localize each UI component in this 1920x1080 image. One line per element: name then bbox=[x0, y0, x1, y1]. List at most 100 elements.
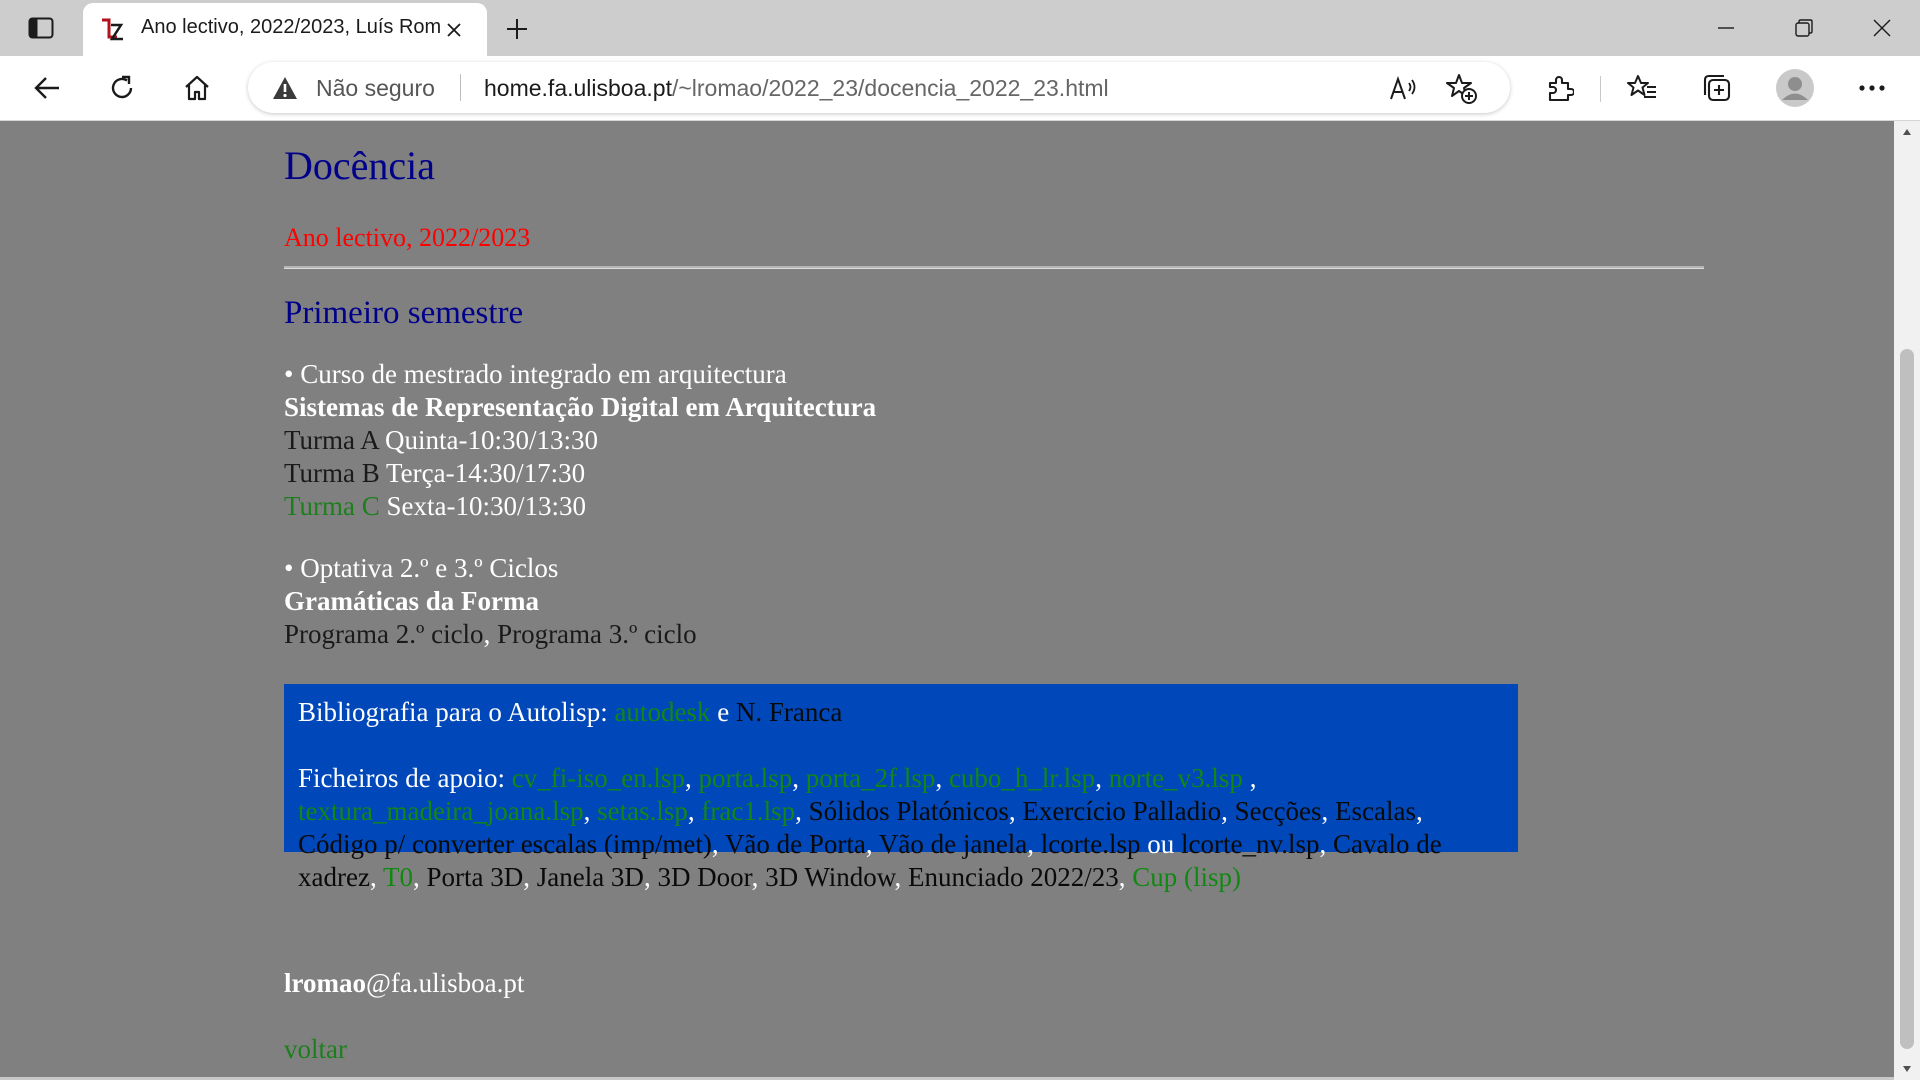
comma: , bbox=[865, 829, 879, 859]
comma: , bbox=[1321, 796, 1336, 826]
comma: , bbox=[1221, 796, 1235, 826]
toolbar-separator bbox=[1600, 76, 1601, 102]
restore-icon[interactable] bbox=[1774, 8, 1834, 48]
file-link[interactable]: frac1.lsp bbox=[701, 796, 795, 826]
turma-a-time: Quinta-10:30/13:30 bbox=[378, 425, 599, 455]
page-title: Docência bbox=[284, 143, 436, 188]
turma-b-time: Terça-14:30/17:30 bbox=[379, 458, 586, 488]
turma-b-label: Turma B bbox=[284, 458, 380, 488]
collections-icon[interactable] bbox=[1697, 68, 1737, 108]
turma-a-label: Turma A bbox=[284, 425, 379, 455]
turma-c-time: Sexta-10:30/13:30 bbox=[379, 491, 587, 521]
browser-toolbar: Não seguro home.fa.ulisboa.pt/~lromao/20… bbox=[0, 56, 1920, 121]
comma: , bbox=[684, 763, 699, 793]
tab-actions-icon[interactable] bbox=[18, 12, 64, 44]
turma-c-link[interactable]: Turma C bbox=[284, 491, 380, 521]
email-line: lromao@fa.ulisboa.pt bbox=[284, 967, 524, 1000]
file-link[interactable]: setas.lsp bbox=[597, 796, 688, 826]
programs-line: Programa 2.º ciclo, Programa 3.º ciclo bbox=[284, 618, 697, 651]
comma: , bbox=[1416, 796, 1423, 826]
more-icon[interactable] bbox=[1852, 68, 1892, 108]
file-link[interactable]: Enunciado 2022/23 bbox=[908, 862, 1119, 892]
comma: , bbox=[795, 796, 809, 826]
n-franca-link[interactable]: N. Franca bbox=[736, 697, 842, 727]
bibliography-label: Bibliografia para o Autolisp: bbox=[298, 697, 615, 727]
close-window-icon[interactable] bbox=[1852, 8, 1912, 48]
or-text: ou bbox=[1140, 829, 1182, 859]
comma: , bbox=[1008, 796, 1023, 826]
file-link[interactable]: Exercício Palladio bbox=[1022, 796, 1221, 826]
file-link[interactable]: Secções bbox=[1235, 796, 1322, 826]
academic-year: Ano lectivo, 2022/2023 bbox=[284, 223, 531, 252]
warning-icon[interactable] bbox=[272, 75, 298, 101]
comma: , bbox=[369, 862, 383, 892]
file-link[interactable]: porta_2f.lsp bbox=[806, 763, 936, 793]
horizontal-rule bbox=[284, 266, 1704, 269]
file-link[interactable]: cv_fi-iso_en.lsp bbox=[512, 763, 685, 793]
file-link[interactable]: porta.lsp bbox=[698, 763, 792, 793]
comma: , bbox=[935, 763, 949, 793]
back-link[interactable]: voltar bbox=[284, 1033, 347, 1066]
file-link[interactable]: Sólidos Platónicos bbox=[809, 796, 1009, 826]
scroll-up-arrow-icon[interactable] bbox=[1894, 121, 1920, 143]
comma: , bbox=[687, 796, 702, 826]
bibliography-line: Bibliografia para o Autolisp: autodesk e… bbox=[298, 696, 1504, 729]
support-files-paragraph: Ficheiros de apoio: cv_fi-iso_en.lsp, po… bbox=[298, 762, 1504, 894]
file-link[interactable]: cubo_h_lr.lsp bbox=[949, 763, 1095, 793]
file-link[interactable]: lcorte_nv.lsp bbox=[1181, 829, 1319, 859]
favorites-icon[interactable] bbox=[1622, 68, 1662, 108]
puzzle-icon[interactable] bbox=[1540, 68, 1580, 108]
programa-2-ciclo-link[interactable]: Programa 2.º ciclo bbox=[284, 619, 484, 649]
email-domain[interactable]: @fa.ulisboa.pt bbox=[366, 968, 524, 998]
active-tab[interactable]: Ano lectivo, 2022/2023, Luís Romão bbox=[83, 3, 487, 56]
tab-bar: Ano lectivo, 2022/2023, Luís Romão bbox=[0, 0, 1920, 56]
read-aloud-icon[interactable] bbox=[1388, 74, 1418, 104]
minimize-icon[interactable] bbox=[1696, 8, 1756, 48]
file-link[interactable]: Cup (lisp) bbox=[1132, 862, 1241, 892]
home-icon[interactable] bbox=[177, 68, 217, 108]
separator: , bbox=[483, 619, 498, 649]
address-bar[interactable]: Não seguro home.fa.ulisboa.pt/~lromao/20… bbox=[248, 62, 1510, 113]
file-link[interactable]: Código p/ converter escalas (imp/met) bbox=[298, 829, 712, 859]
comma: , bbox=[1319, 829, 1333, 859]
comma: , bbox=[751, 862, 766, 892]
url-host: home.fa.ulisboa.pt bbox=[484, 75, 672, 101]
file-link[interactable]: Janela 3D bbox=[537, 862, 644, 892]
security-status-label[interactable]: Não seguro bbox=[316, 75, 435, 102]
programa-3-ciclo-link[interactable]: Programa 3.º ciclo bbox=[497, 619, 697, 649]
and-text: e bbox=[710, 697, 736, 727]
plus-icon[interactable] bbox=[500, 12, 534, 46]
comma: , bbox=[1095, 763, 1109, 793]
file-link[interactable]: Porta 3D bbox=[426, 862, 523, 892]
scroll-down-arrow-icon[interactable] bbox=[1894, 1058, 1920, 1080]
comma: , bbox=[792, 763, 806, 793]
file-link[interactable]: 3D Window bbox=[765, 862, 894, 892]
course1-bullet: • Curso de mestrado integrado em arquite… bbox=[284, 359, 787, 389]
url-path: /~lromao/2022_23/docencia_2022_23.html bbox=[671, 75, 1109, 101]
file-link[interactable]: Vão de Porta bbox=[725, 829, 866, 859]
url-text[interactable]: home.fa.ulisboa.pt/~lromao/2022_23/docen… bbox=[484, 75, 1109, 102]
refresh-icon[interactable] bbox=[102, 68, 142, 108]
turma-a-line: Turma A Quinta-10:30/13:30 bbox=[284, 424, 598, 457]
vertical-scrollbar[interactable] bbox=[1894, 121, 1920, 1080]
back-arrow-icon[interactable] bbox=[27, 68, 67, 108]
file-link[interactable]: norte_v3.lsp bbox=[1109, 763, 1243, 793]
scrollbar-thumb[interactable] bbox=[1900, 349, 1914, 1049]
add-favorite-icon[interactable] bbox=[1446, 73, 1478, 105]
file-link[interactable]: textura_madeira_joana.lsp bbox=[298, 796, 584, 826]
course2-bullet: • Optativa 2.º e 3.º Ciclos bbox=[284, 553, 559, 583]
bibliography-box: Bibliografia para o Autolisp: autodesk e… bbox=[284, 684, 1518, 892]
course1-name: Sistemas de Representação Digital em Arq… bbox=[284, 392, 877, 422]
autodesk-link[interactable]: autodesk bbox=[614, 697, 710, 727]
comma: , bbox=[643, 862, 658, 892]
file-link[interactable]: 3D Door bbox=[657, 862, 751, 892]
file-link[interactable]: T0 bbox=[383, 862, 413, 892]
file-link[interactable]: lcorte.lsp bbox=[1041, 829, 1141, 859]
profile-avatar-icon[interactable] bbox=[1775, 68, 1815, 108]
email-user[interactable]: lromao bbox=[284, 968, 366, 998]
site-favicon-icon bbox=[99, 17, 125, 43]
close-icon[interactable] bbox=[441, 17, 467, 43]
file-link[interactable]: Escalas bbox=[1335, 796, 1416, 826]
address-separator bbox=[460, 74, 461, 101]
file-link[interactable]: Vão de janela bbox=[879, 829, 1027, 859]
